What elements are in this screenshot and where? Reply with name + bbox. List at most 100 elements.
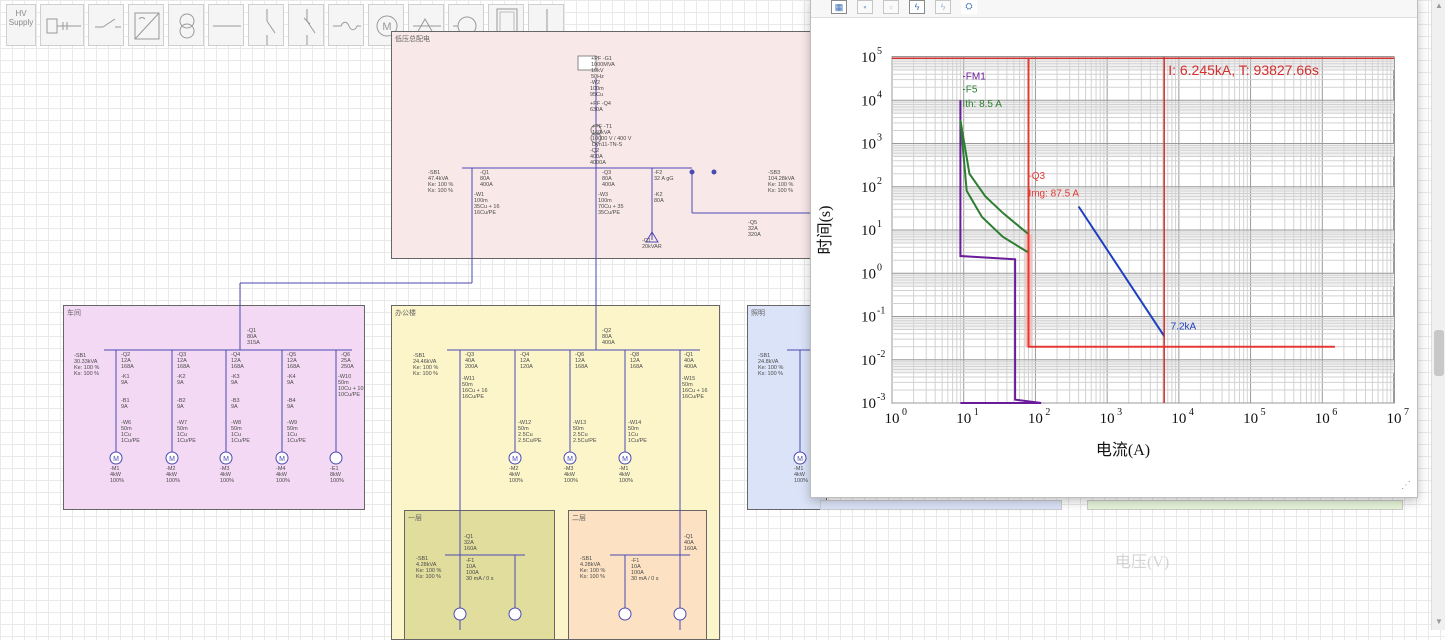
x-tick-exponent: 4 [1189, 407, 1194, 418]
tcc-chart-window[interactable]: ▦ ▪ ▫ ϟ ϟ ⛭ 10 0 10 1 10 2 10 3 10 4 10 5 10 6 10 7 10 -3… [810, 0, 1418, 498]
svg-text:M: M [622, 456, 628, 463]
label-q4: +PF -Q4 630A [590, 101, 611, 113]
curve-label: 7.2kA [1171, 322, 1197, 333]
label-sub1-f: -F1 10A 100A 30 mA / 0 s [466, 558, 494, 582]
label-feeder-left-1: -Q2 12A 168A [121, 352, 134, 370]
label-q5-top: -Q5 32A 320A [748, 220, 761, 238]
svg-text:M: M [169, 456, 175, 463]
label-feeder-middle-1: -Q3 40A 200A [465, 352, 478, 370]
scroll-down-icon[interactable]: ▼ [1435, 618, 1443, 626]
lightning-off-icon[interactable]: ϟ [935, 0, 951, 14]
y-tick-label: 10 [861, 223, 876, 239]
x-tick-label: 10 [885, 411, 900, 427]
scrollbar-thumb[interactable] [1434, 330, 1444, 376]
y-tick-label: 10 [861, 396, 876, 412]
y-tick-label: 10 [861, 50, 876, 66]
save-icon[interactable]: ▪ [857, 0, 873, 14]
x-tick-exponent: 0 [902, 407, 907, 418]
y-tick-exponent: 5 [877, 46, 882, 57]
label-load-middle-3: -M1 4kW 100% [619, 466, 634, 484]
label-c1-top: -C1 20kVAR [642, 238, 662, 250]
resize-grip-icon[interactable]: ⋰ [1401, 480, 1411, 491]
curve-label: -F5 [962, 85, 977, 96]
label-relay-left-3: -B3 9A [231, 398, 240, 410]
svg-text:M: M [797, 456, 803, 463]
y-tick-label: 10 [861, 137, 876, 153]
label-sb3-top: -SB3 104.28kVA Ke: 100 % Ks: 100 % [768, 170, 795, 194]
y-tick-label: 10 [861, 266, 876, 282]
x-tick-label: 10 [956, 411, 971, 427]
label-feeder-middle-2: -Q4 12A 120A [520, 352, 533, 370]
label-cable-middle-5: -W15 50m 16Cu + 16 16Cu/PE [682, 376, 708, 400]
scroll-up-icon[interactable]: ▲ [1435, 2, 1443, 10]
network-icon[interactable]: ⛭ [961, 0, 977, 14]
tcc-chart[interactable]: 10 0 10 1 10 2 10 3 10 4 10 5 10 6 10 710 -310 -210 -110 01… [811, 18, 1417, 488]
label-sub1-sb: -SB1 4.28kVA Ke: 100 % Ks: 100 % [416, 556, 442, 580]
cursor-readout: I: 6.245kA, T: 93827.66s [1168, 62, 1319, 78]
y-tick-exponent: -2 [877, 349, 885, 360]
label-q3-top: -Q3 80A 400A [602, 170, 615, 188]
y-tick-exponent: 4 [877, 89, 882, 100]
label-q1-left: -Q1 80A 315A [247, 328, 260, 346]
label-cable-middle-1: -W11 50m 16Cu + 16 16Cu/PE [462, 376, 488, 400]
label-sub2-q: -Q1 40A 160A [684, 534, 697, 552]
label-sb1-middle: -SB1 24.46kVA Ke: 100 % Ks: 100 % [413, 353, 439, 377]
y-tick-exponent: 3 [877, 133, 882, 144]
y-tick-exponent: 0 [877, 262, 882, 273]
label-feeder-middle-4: -Q8 12A 168A [630, 352, 643, 370]
curve-label: -FM1 [962, 72, 986, 83]
grid-icon[interactable]: ▦ [831, 0, 847, 14]
y-tick-label: 10 [861, 353, 876, 369]
x-tick-label: 10 [1315, 411, 1330, 427]
label-contactor-left-2: -K2 9A [177, 374, 186, 386]
label-sb1-top: -SB1 47.4kVA Ke: 100 % Ks: 100 % [428, 170, 454, 194]
curve-label: Img: 87.5 A [1028, 188, 1079, 199]
y-axis-label: 时间(s) [816, 206, 834, 255]
x-tick-label: 10 [1171, 411, 1186, 427]
x-tick-exponent: 6 [1332, 407, 1337, 418]
label-load-right: -M1 4kW 100% [794, 466, 809, 484]
label-source: +PF -G1 1000MVA 10kV 50Hz [591, 56, 615, 80]
label-cable-left-3: -W8 50m 1Cu 1Cu/PE [231, 420, 250, 444]
label-sub2-f: -F1 10A 100A 30 mA / 0 s [631, 558, 659, 582]
label-contactor-left-4: -K4 9A [287, 374, 296, 386]
label-load-middle-2: -M3 4kW 100% [564, 466, 579, 484]
y-tick-exponent: -1 [877, 306, 885, 317]
x-tick-label: 10 [1243, 411, 1258, 427]
label-sb1-right: -SB1 24.8kVA Ke: 100 % Ks: 100 % [758, 353, 784, 377]
label-feeder-left-5: -Q6 25A 250A [341, 352, 354, 370]
label-relay-left-1: -B1 9A [121, 398, 130, 410]
copy-icon[interactable]: ▫ [883, 0, 899, 14]
y-tick-label: 10 [861, 180, 876, 196]
label-relay-left-4: -B4 9A [287, 398, 296, 410]
label-q2-top: -Q2 400A 4000A [590, 148, 606, 166]
x-tick-exponent: 7 [1404, 407, 1409, 418]
label-sb1-left: -SB1 30.33kVA Ke: 100 % Ks: 100 % [74, 353, 100, 377]
label-q1-top: -Q1 80A 400A [480, 170, 493, 188]
vertical-scrollbar[interactable]: ▲ ▼ [1431, 0, 1445, 630]
svg-text:M: M [113, 456, 119, 463]
chart-toolbar: ▦ ▪ ▫ ϟ ϟ ⛭ [811, 0, 1417, 18]
svg-text:M: M [567, 456, 573, 463]
y-tick-exponent: 2 [877, 176, 882, 187]
x-axis-label: 电流(A) [1096, 441, 1150, 459]
y-tick-exponent: 1 [877, 219, 882, 230]
label-relay-left-2: -B2 9A [177, 398, 186, 410]
label-q2-middle: -Q2 80A 400A [602, 328, 615, 346]
x-tick-label: 10 [1387, 411, 1402, 427]
curve-label: -Q3 [1028, 171, 1045, 182]
x-tick-exponent: 3 [1117, 407, 1122, 418]
lightning-icon[interactable]: ϟ [909, 0, 925, 14]
svg-text:M: M [512, 456, 518, 463]
svg-text:M: M [279, 456, 285, 463]
label-feeder-left-4: -Q5 12A 168A [287, 352, 300, 370]
label-k2-top: -K2 80A [654, 192, 664, 204]
x-tick-label: 10 [1100, 411, 1115, 427]
label-w3-top: -W3 100m 70Cu + 35 35Cu/PE [598, 192, 624, 216]
label-feeder-middle-5: -Q1 40A 400A [684, 352, 697, 370]
y-tick-label: 10 [861, 310, 876, 326]
svg-text:M: M [223, 456, 229, 463]
y-tick-exponent: -3 [877, 392, 885, 403]
label-cable-middle-4: -W14 50m 1Cu 1Cu/PE [628, 420, 647, 444]
label-load-left-4: -M4 4kW 100% [276, 466, 291, 484]
